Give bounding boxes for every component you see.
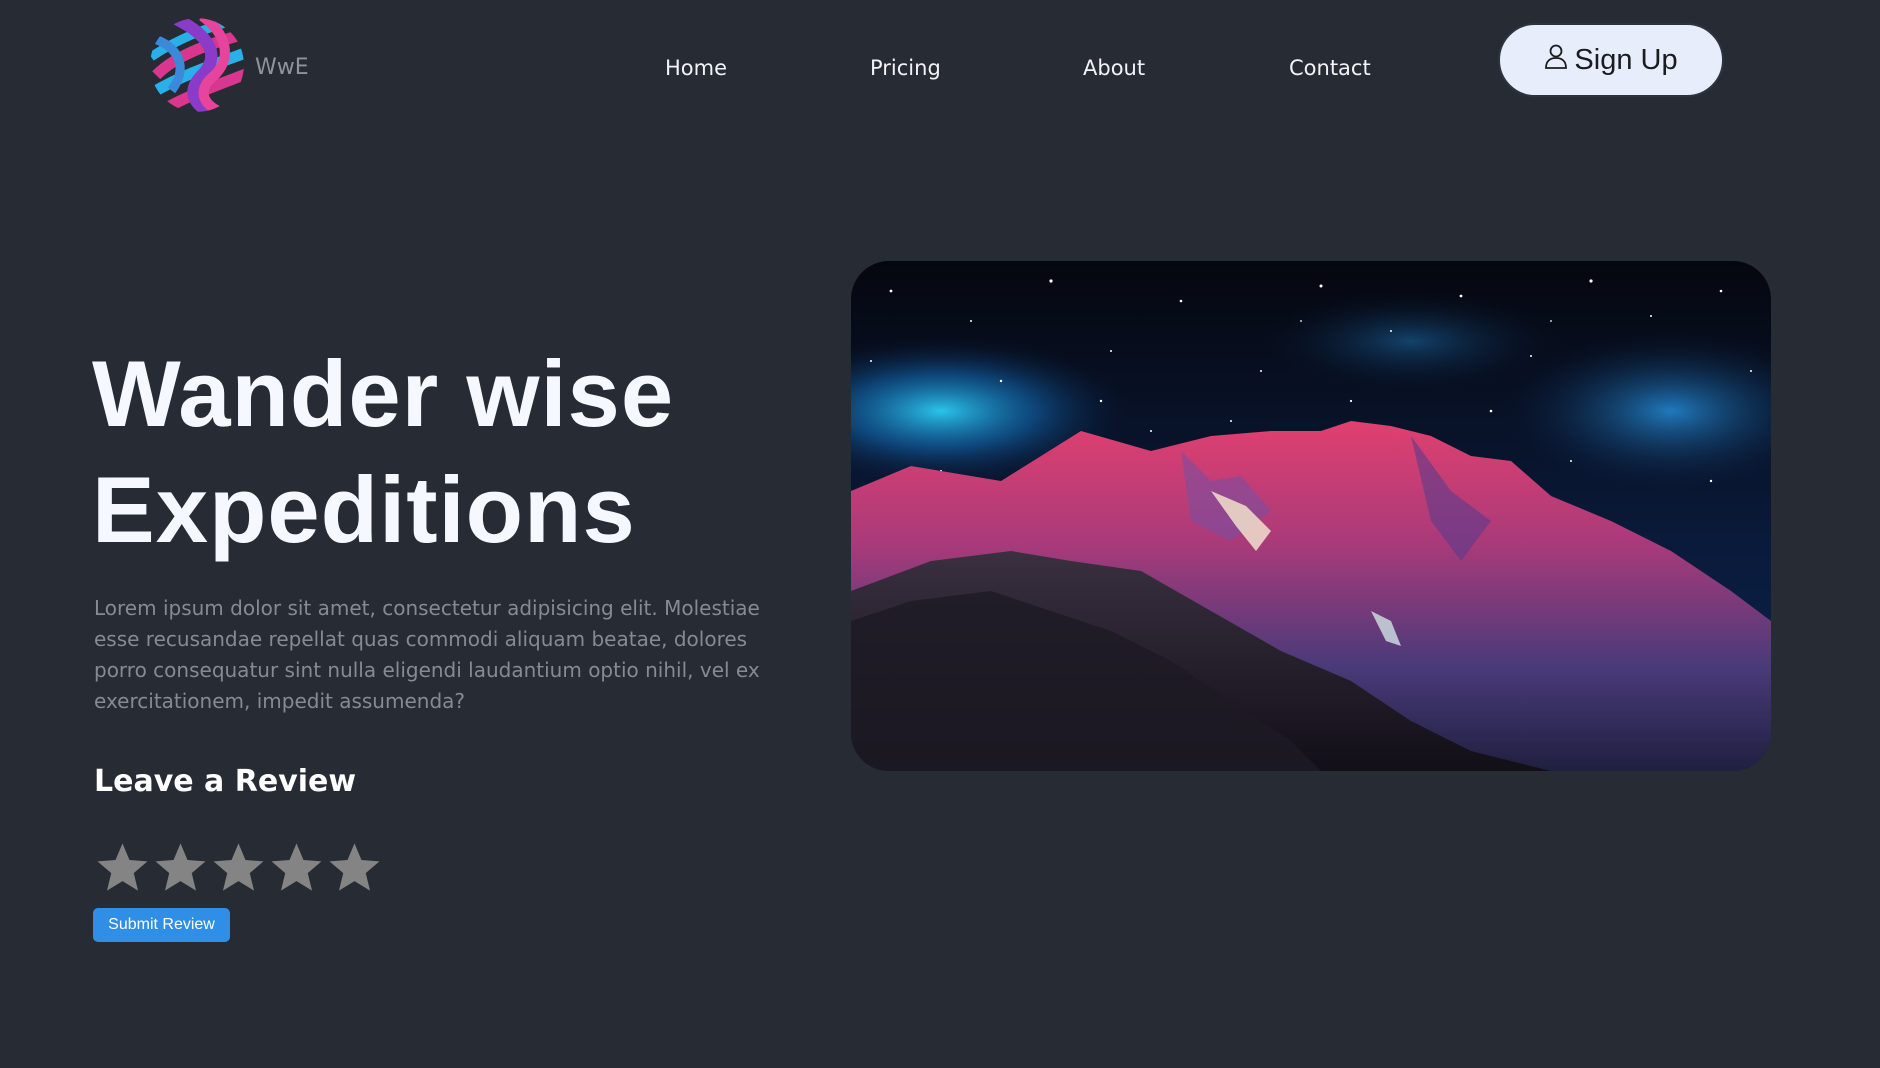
- star-1-icon[interactable]: [94, 840, 151, 894]
- page-title: Wander wise Expeditions: [92, 336, 674, 568]
- review-heading: Leave a Review: [94, 764, 357, 799]
- nav-link-contact[interactable]: Contact: [1289, 56, 1371, 80]
- star-2-icon[interactable]: [152, 840, 209, 894]
- nav-link-home[interactable]: Home: [665, 56, 727, 80]
- nav-link-about[interactable]: About: [1083, 56, 1145, 80]
- sign-up-button[interactable]: Sign Up: [1498, 23, 1724, 97]
- title-line-2: Expeditions: [92, 457, 636, 562]
- mountain-night-sky-image: [851, 261, 1771, 771]
- logo-icon[interactable]: [146, 14, 248, 116]
- nav-link-pricing[interactable]: Pricing: [870, 56, 941, 80]
- star-5-icon[interactable]: [326, 840, 383, 894]
- submit-review-button[interactable]: Submit Review: [93, 908, 230, 942]
- user-icon: [1544, 43, 1568, 77]
- logo-text: WwE: [255, 55, 309, 80]
- hero-description: Lorem ipsum dolor sit amet, consectetur …: [94, 596, 760, 713]
- star-3-icon[interactable]: [210, 840, 267, 894]
- star-rating: [94, 840, 383, 894]
- star-4-icon[interactable]: [268, 840, 325, 894]
- sign-up-label: Sign Up: [1574, 43, 1678, 76]
- title-line-1: Wander wise: [92, 341, 675, 446]
